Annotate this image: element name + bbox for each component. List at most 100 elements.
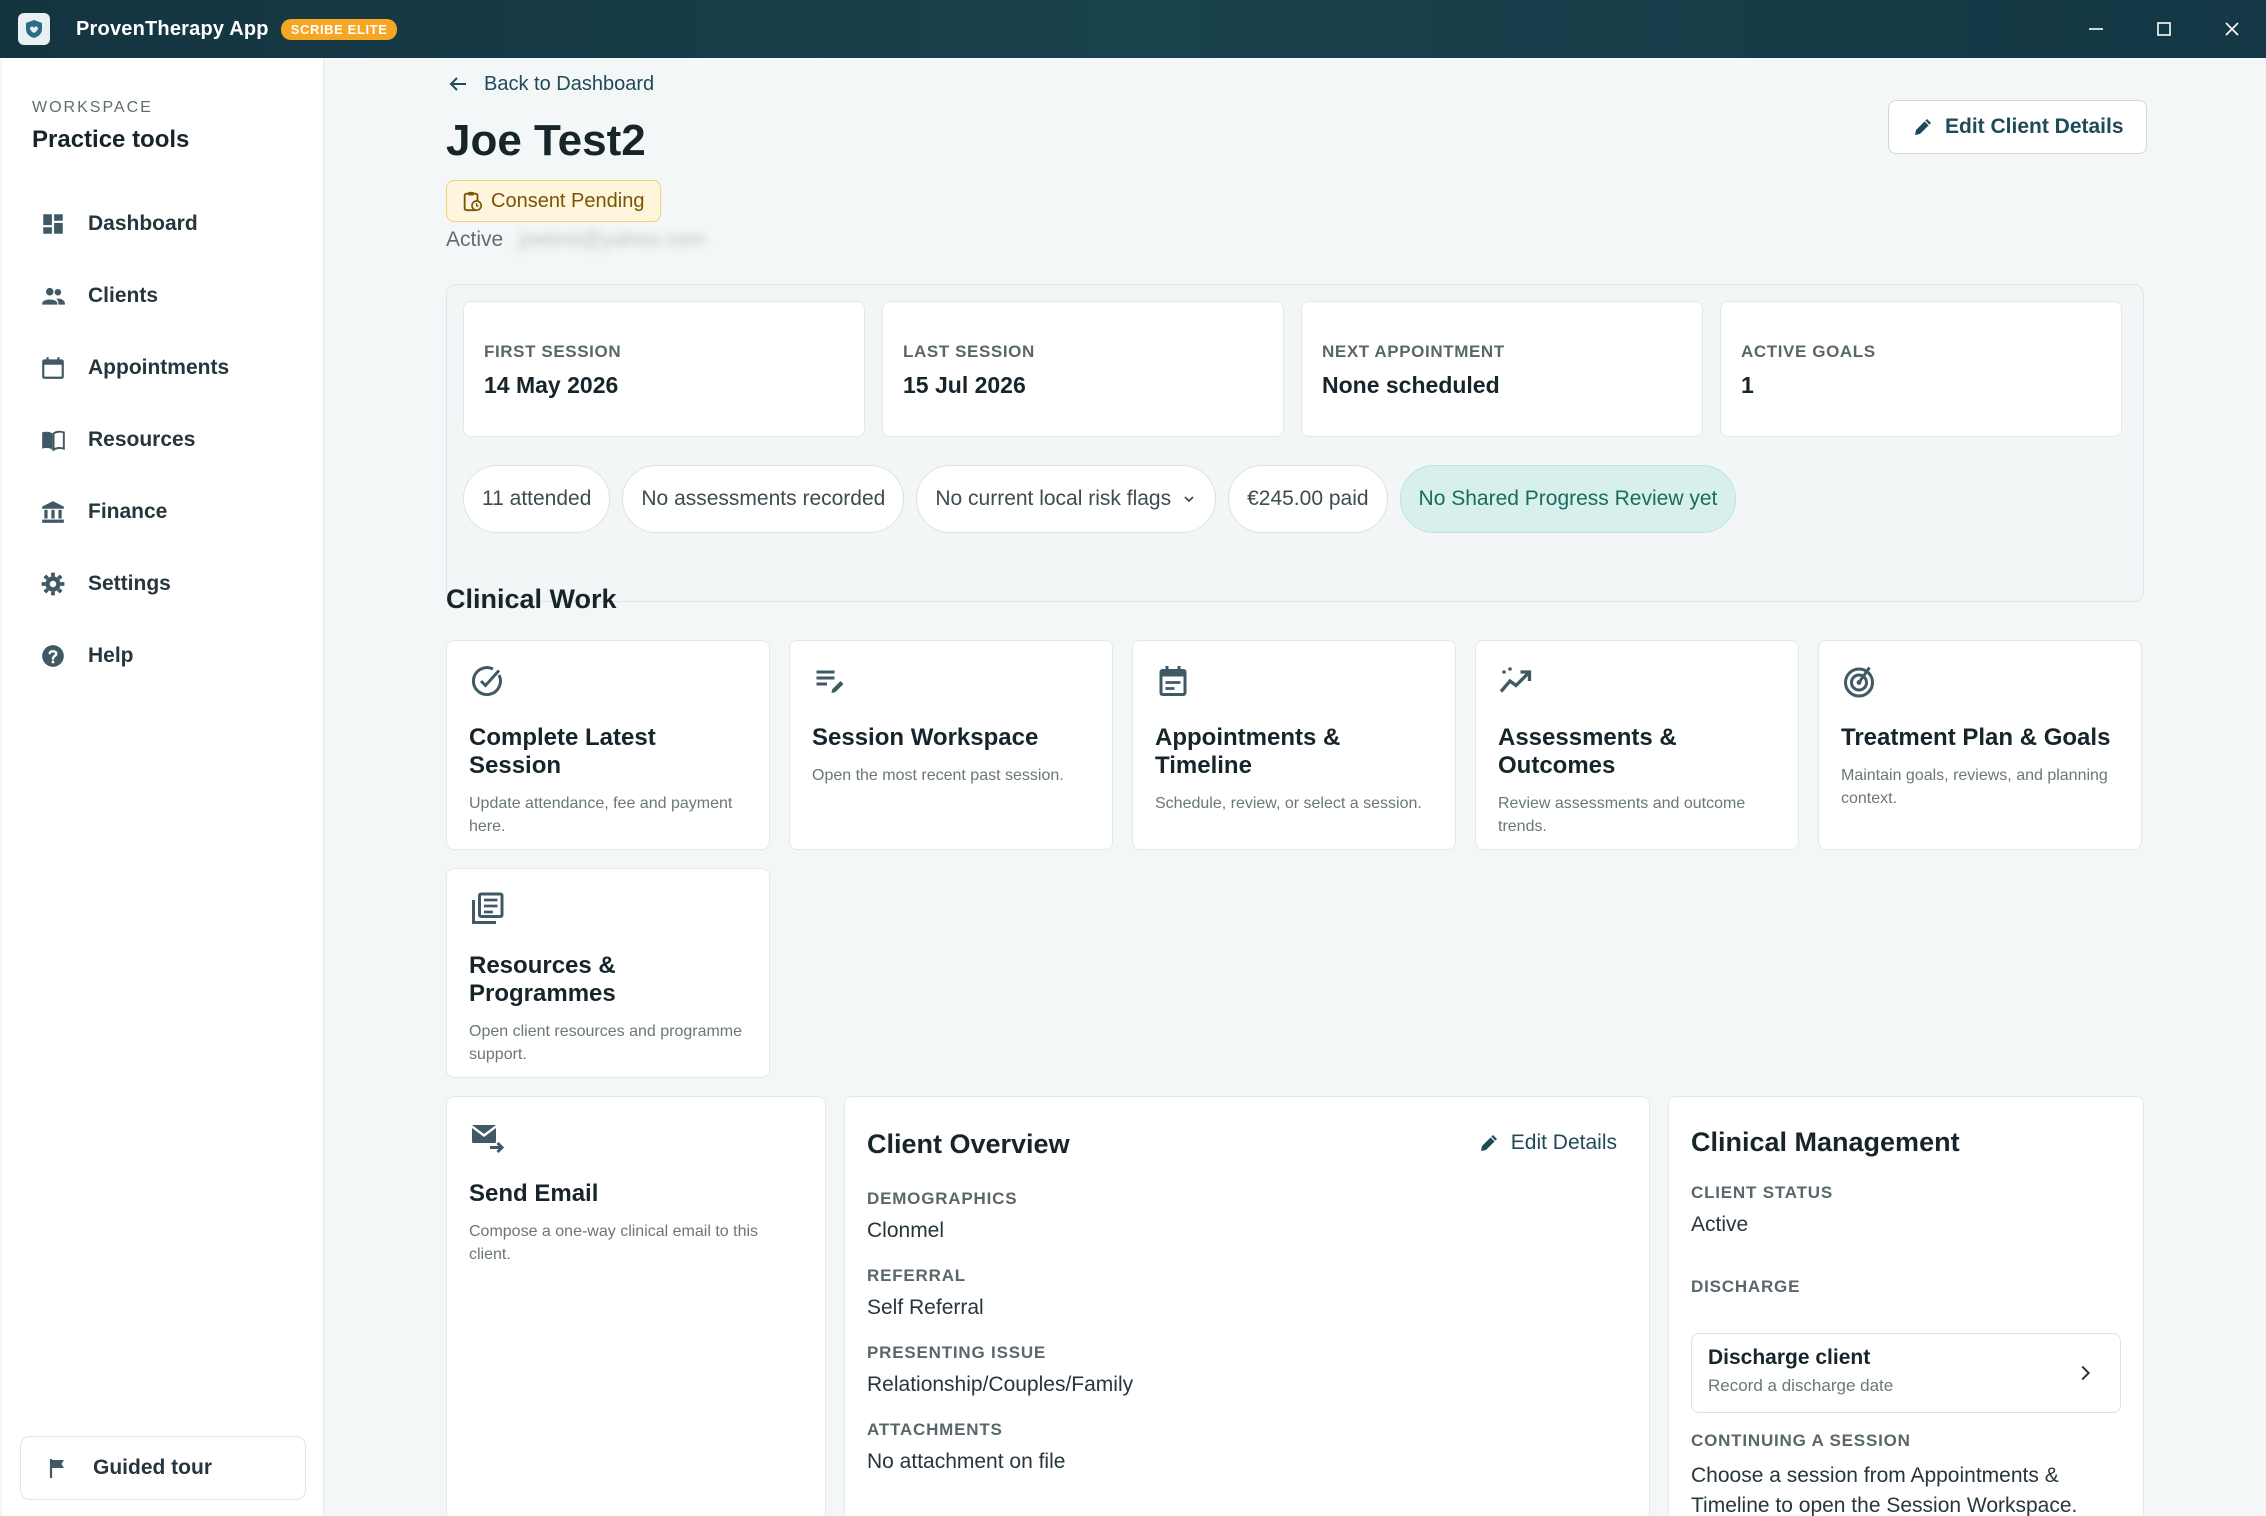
tile-desc: Update attendance, fee and payment here.: [469, 795, 733, 835]
clipboard-icon: [463, 191, 482, 212]
client-status-field: CLIENT STATUS Active: [1691, 1183, 1833, 1237]
people-icon: [38, 281, 68, 311]
pill-label: No current local risk flags: [935, 487, 1172, 510]
sidebar-item-label: Dashboard: [88, 212, 198, 235]
stat-value: 15 Jul 2026: [903, 372, 1026, 398]
workspace-title: Practice tools: [32, 126, 190, 153]
send-email-card[interactable]: Send Email Compose a one-way clinical em…: [446, 1096, 826, 1516]
help-icon: [38, 641, 68, 671]
tile-desc: Maintain goals, reviews, and planning co…: [1841, 767, 2108, 807]
tile-desc: Compose a one-way clinical email to this…: [469, 1223, 759, 1263]
chevron-down-icon: [1184, 496, 1194, 503]
stat-label: FIRST SESSION: [484, 342, 622, 361]
assessments-pill: No assessments recorded: [622, 465, 905, 533]
assessments-outcomes-tile[interactable]: Assessments & Outcomes Review assessment…: [1475, 640, 1799, 850]
sidebar-item-dashboard[interactable]: Dashboard: [2, 188, 324, 260]
client-overview-title: Client Overview: [867, 1129, 1070, 1159]
field-value: Relationship/Couples/Family: [867, 1373, 1134, 1396]
app-logo-icon: [18, 13, 50, 45]
main-content: Back to Dashboard Joe Test2 Consent Pend…: [324, 58, 2266, 1516]
sidebar-item-settings[interactable]: Settings: [2, 548, 324, 620]
continuing-session-field: CONTINUING A SESSION Choose a session fr…: [1691, 1431, 2121, 1516]
sidebar-item-label: Help: [88, 644, 134, 667]
field-value: No attachment on file: [867, 1450, 1066, 1473]
pencil-icon: [1915, 119, 1931, 135]
field-value: Self Referral: [867, 1296, 984, 1319]
sidebar-item-label: Resources: [88, 428, 196, 451]
stat-label: ACTIVE GOALS: [1741, 342, 1876, 361]
field-label: CLIENT STATUS: [1691, 1183, 1833, 1202]
chevron-right-icon: [2081, 1365, 2091, 1381]
tile-title: Complete Latest Session: [469, 724, 656, 779]
sidebar-item-clients[interactable]: Clients: [2, 260, 324, 332]
flag-icon: [43, 1453, 73, 1483]
edit-client-details-button[interactable]: Edit Client Details: [1888, 100, 2147, 154]
consent-label: Consent Pending: [491, 189, 645, 212]
stat-value: 14 May 2026: [484, 372, 619, 398]
field-label: DEMOGRAPHICS: [867, 1189, 1018, 1208]
tile-desc: Open the most recent past session.: [812, 767, 1064, 784]
tile-title: Resources & Programmes: [469, 952, 616, 1007]
clinical-management-card: Clinical Management CLIENT STATUS Active…: [1668, 1096, 2144, 1516]
sidebar-item-appointments[interactable]: Appointments: [2, 332, 324, 404]
sidebar-item-label: Settings: [88, 572, 171, 595]
attachments-field: ATTACHMENTS No attachment on file: [867, 1420, 1065, 1474]
maximize-button[interactable]: [2130, 0, 2198, 58]
event-note-icon: [1159, 666, 1187, 696]
tile-title: Assessments & Outcomes: [1498, 724, 1677, 779]
close-button[interactable]: [2198, 0, 2266, 58]
complete-latest-session-tile[interactable]: Complete Latest Session Update attendanc…: [446, 640, 770, 850]
field-value: Active: [1691, 1213, 1749, 1236]
session-workspace-tile[interactable]: Session Workspace Open the most recent p…: [789, 640, 1113, 850]
title-bar: ProvenTherapy App SCRIBE ELITE: [0, 0, 2266, 58]
maximize-icon: [2157, 22, 2171, 36]
sidebar-item-resources[interactable]: Resources: [2, 404, 324, 476]
tile-desc: Review assessments and outcome trends.: [1498, 795, 1746, 835]
edit-details-button[interactable]: Edit Details: [1477, 1131, 1617, 1155]
stat-first-session: FIRST SESSION 14 May 2026: [463, 301, 865, 437]
dashboard-icon: [38, 209, 68, 239]
progress-review-pill[interactable]: No Shared Progress Review yet: [1399, 465, 1737, 533]
library-icon: [472, 892, 504, 924]
back-link-label: Back to Dashboard: [484, 72, 655, 95]
edit-client-label: Edit Client Details: [1945, 115, 2124, 138]
target-icon: [1844, 666, 1874, 698]
treatment-plan-goals-tile[interactable]: Treatment Plan & Goals Maintain goals, r…: [1818, 640, 2142, 850]
clinical-work-heading: Clinical Work: [446, 584, 617, 614]
sidebar-item-help[interactable]: Help: [2, 620, 324, 692]
back-to-dashboard-link[interactable]: Back to Dashboard: [446, 72, 654, 96]
field-value: Clonmel: [867, 1219, 945, 1242]
risk-flags-dropdown[interactable]: No current local risk flags: [916, 465, 1217, 533]
window-controls: [2062, 0, 2266, 58]
page-title: Joe Test2: [446, 116, 646, 165]
minimize-icon: [2089, 28, 2103, 30]
sidebar-item-label: Finance: [88, 500, 168, 523]
edit-notes-icon: [816, 670, 844, 693]
resources-programmes-tile[interactable]: Resources & Programmes Open client resou…: [446, 868, 770, 1078]
summary-pills: 11 attended No assessments recorded No c…: [463, 465, 1748, 533]
tile-title: Treatment Plan & Goals: [1841, 724, 2111, 751]
pill-label: €245.00 paid: [1247, 487, 1369, 510]
sidebar-item-label: Clients: [88, 284, 159, 307]
stat-label: LAST SESSION: [903, 342, 1035, 361]
field-label: REFERRAL: [867, 1266, 966, 1285]
discharge-client-button[interactable]: Discharge client Record a discharge date: [1691, 1333, 2121, 1413]
demographics-field: DEMOGRAPHICS Clonmel: [867, 1189, 1017, 1243]
pill-label: No assessments recorded: [641, 487, 886, 510]
field-label: PRESENTING ISSUE: [867, 1343, 1047, 1362]
discharge-label: DISCHARGE: [1691, 1277, 1800, 1297]
sidebar-item-label: Appointments: [88, 356, 230, 379]
stat-value: None scheduled: [1322, 372, 1500, 398]
payments-pill: €245.00 paid: [1228, 465, 1388, 533]
plan-badge: SCRIBE ELITE: [280, 18, 398, 40]
tile-desc: Open client resources and programme supp…: [469, 1023, 743, 1063]
calendar-icon: [38, 353, 68, 383]
sidebar-item-finance[interactable]: Finance: [2, 476, 324, 548]
minimize-button[interactable]: [2062, 0, 2130, 58]
attended-pill: 11 attended: [463, 465, 611, 533]
appointments-timeline-tile[interactable]: Appointments & Timeline Schedule, review…: [1132, 640, 1456, 850]
guided-tour-button[interactable]: Guided tour: [20, 1436, 306, 1500]
field-label: ATTACHMENTS: [867, 1420, 1003, 1439]
stat-value: 1: [1741, 372, 1754, 398]
client-status: Active: [446, 228, 504, 251]
